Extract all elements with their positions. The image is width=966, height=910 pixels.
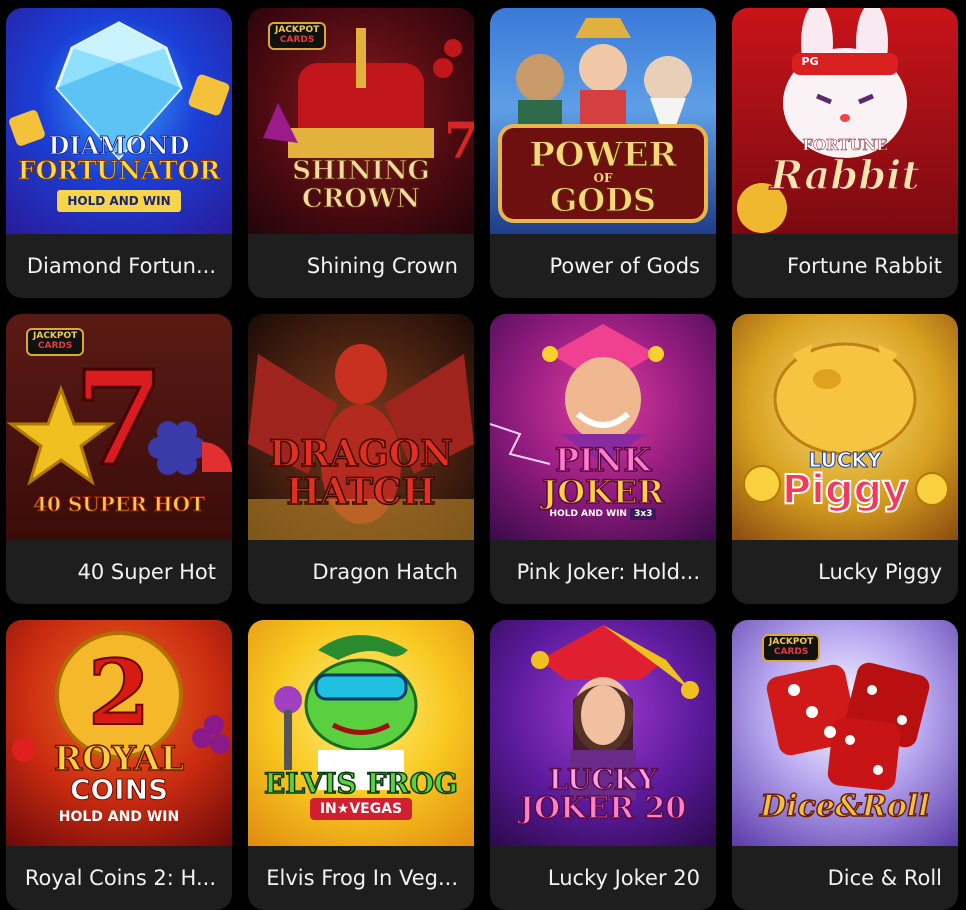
game-logo-line: ROYAL [53, 739, 185, 779]
game-thumbnail: LUCKY JOKER 20 [490, 620, 716, 846]
game-thumbnail: DIAMOND FORTUNATOR HOLD AND WIN [6, 8, 232, 234]
game-title: Pink Joker: Hold... [516, 560, 700, 584]
game-title: Power of Gods [549, 254, 700, 278]
game-logo-line: JOKER 20 [519, 791, 687, 826]
game-logo-line: FORTUNATOR [17, 156, 221, 185]
game-title: Lucky Joker 20 [547, 866, 700, 890]
game-thumbnail: POWER OF GODS [490, 8, 716, 234]
game-card[interactable]: ELVIS FROG IN★VEGAS Elvis Frog In Veg... [248, 620, 474, 910]
game-logo-line: Piggy [781, 467, 909, 513]
game-logo-line: DRAGON [268, 433, 454, 475]
jackpot-cards-badge: JACKPOT CARDS [268, 22, 327, 50]
game-logo-subtitle: HOLD AND WIN [6, 190, 232, 212]
rabbit-illustration [737, 8, 907, 233]
game-logo-subtitle: IN★VEGAS [248, 798, 474, 820]
game-title: Dice & Roll [827, 866, 942, 890]
game-title: Elvis Frog In Veg... [266, 866, 458, 890]
game-logo-subtitle: HOLD AND WIN [58, 809, 180, 825]
game-title: Dragon Hatch [312, 560, 458, 584]
game-title: Shining Crown [306, 254, 458, 278]
game-logo-line: 7 [72, 342, 165, 495]
game-logo-subtitle: HOLD AND WIN 3x3 [490, 508, 716, 520]
game-logo-line: HATCH [286, 471, 437, 513]
game-logo-line: COINS [69, 773, 169, 806]
game-card[interactable]: JACKPOT CARDS Dice&Roll Dice & Roll [732, 620, 958, 910]
game-thumbnail: JACKPOT CARDS Dice&Roll [732, 620, 958, 846]
jackpot-cards-badge: JACKPOT CARDS [762, 634, 821, 662]
game-card[interactable]: LUCKY JOKER 20 Lucky Joker 20 [490, 620, 716, 910]
game-thumbnail: DRAGON HATCH [248, 314, 474, 540]
game-card[interactable]: DRAGON HATCH Dragon Hatch [248, 314, 474, 604]
game-card[interactable]: 2 ROYAL COINS HOLD AND WIN Royal Coins 2… [6, 620, 232, 910]
game-title: Lucky Piggy [818, 560, 942, 584]
game-card[interactable]: LUCKY Piggy Lucky Piggy [732, 314, 958, 604]
game-card[interactable]: JACKPOT CARDS 7 40 SUPER HOT 40 Super Hot [6, 314, 232, 604]
game-card[interactable]: 7 JACKPOT CARDS SHINING CROWN Shining Cro… [248, 8, 474, 298]
game-thumbnail: 2 ROYAL COINS HOLD AND WIN [6, 620, 232, 846]
game-card[interactable]: DIAMOND FORTUNATOR HOLD AND WIN Diamond … [6, 8, 232, 298]
game-logo-line: DIAMOND [48, 131, 190, 160]
game-badge: PG [801, 55, 819, 68]
game-grid: DIAMOND FORTUNATOR HOLD AND WIN Diamond … [6, 8, 958, 910]
game-logo-line: CROWN [302, 184, 421, 214]
game-logo-line: FORTUNE [802, 136, 888, 154]
game-logo-line: PINK [554, 441, 652, 479]
game-logo-line: JOKER [541, 473, 664, 511]
game-card[interactable]: POWER OF GODS Power of Gods [490, 8, 716, 298]
game-thumbnail: JACKPOT CARDS 7 40 SUPER HOT [6, 314, 232, 540]
game-logo-line: LUCKY [548, 763, 658, 796]
game-logo-line: ELVIS FROG [263, 767, 458, 800]
game-thumbnail: PINK JOKER HOLD AND WIN 3x3 [490, 314, 716, 540]
game-logo-line: 40 SUPER HOT [33, 492, 206, 516]
game-logo-line: Rabbit [769, 152, 920, 199]
game-logo-line: SHINING [292, 156, 430, 186]
game-thumbnail: LUCKY Piggy [732, 314, 958, 540]
game-logo-line: GODS [549, 181, 657, 219]
game-title: Fortune Rabbit [787, 254, 942, 278]
game-logo-line: POWER [529, 135, 678, 175]
game-card[interactable]: PINK JOKER HOLD AND WIN 3x3 Pink Joker: … [490, 314, 716, 604]
game-thumbnail: 7 JACKPOT CARDS SHINING CROWN [248, 8, 474, 234]
game-title: 40 Super Hot [77, 560, 216, 584]
game-card[interactable]: PG FORTUNE Rabbit Fortune Rabbit [732, 8, 958, 298]
game-title: Royal Coins 2: H... [24, 866, 216, 890]
game-title: Diamond Fortun... [26, 254, 216, 278]
game-thumbnail: ELVIS FROG IN★VEGAS [248, 620, 474, 846]
game-thumbnail: PG FORTUNE Rabbit [732, 8, 958, 234]
game-logo-line: 2 [87, 640, 152, 746]
game-logo-line: Dice&Roll [759, 789, 930, 824]
